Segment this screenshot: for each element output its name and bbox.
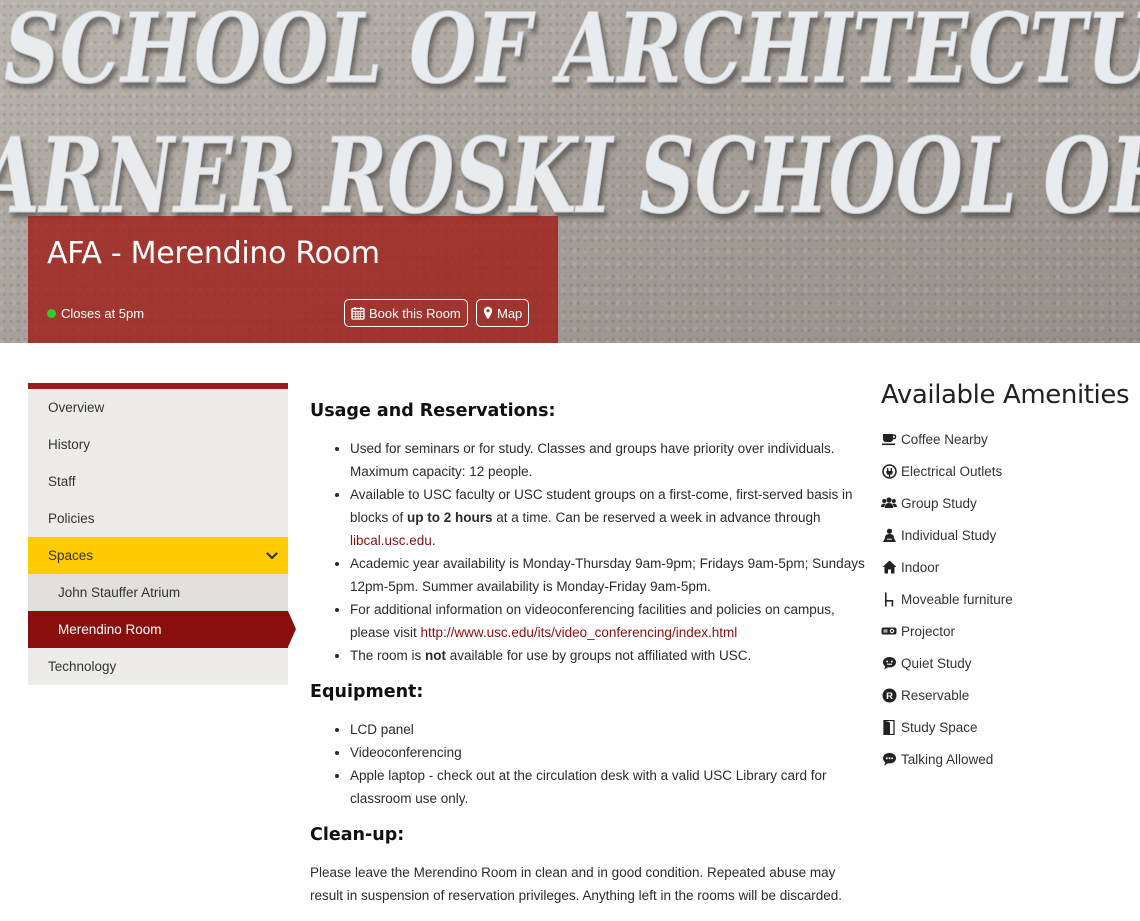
sidebar-item-staff[interactable]: Staff [28, 463, 288, 500]
door-icon [881, 719, 897, 735]
libcal-link[interactable]: libcal.usc.edu [350, 533, 432, 548]
amenity-label: Moveable furniture [901, 591, 1013, 607]
sidebar-item-history[interactable]: History [28, 426, 288, 463]
main-content: Usage and Reservations: Used for seminar… [310, 390, 865, 907]
list-item: The room is not available for use by gro… [350, 644, 865, 667]
cleanup-heading: Clean-up: [310, 825, 405, 845]
usage-item-text: Academic year availability is Monday-Thu… [350, 556, 865, 594]
book-room-button[interactable]: Book this Room [344, 299, 468, 327]
amenity-label: Indoor [901, 559, 940, 575]
usage-item-text: The room is [350, 648, 426, 663]
amenity-electrical-outlets: Electrical Outlets [881, 455, 1140, 487]
sidebar-nav: Overview History Staff Policies Spaces J… [28, 383, 296, 685]
usage-item-bold-text: up to 2 hours [407, 510, 493, 525]
plug-icon [881, 463, 897, 479]
amenity-group-study: Group Study [881, 487, 1140, 519]
usage-item-text: at a time. Can be reserved a week in adv… [492, 510, 821, 525]
open-status-dot-icon [47, 309, 56, 318]
book-room-label: Book this Room [369, 305, 461, 321]
home-icon [881, 559, 897, 575]
amenities-panel: Available Amenities Coffee Nearby Electr… [881, 380, 1140, 775]
equipment-list: LCD panel Videoconferencing Apple laptop… [310, 718, 865, 810]
usage-list: Used for seminars or for study. Classes … [310, 437, 865, 667]
usage-item-bold-text: not [425, 648, 447, 663]
amenity-individual-study: Individual Study [881, 519, 1140, 551]
sidebar-item-label: Policies [48, 511, 95, 526]
usage-item-text: . [431, 533, 436, 548]
map-button[interactable]: Map [476, 299, 530, 327]
reservable-icon: R [881, 687, 897, 703]
group-icon [881, 495, 897, 511]
sidebar-item-label: Spaces [48, 548, 94, 563]
sidebar-item-label: History [48, 437, 91, 452]
cleanup-text: Please leave the Merendino Room in clean… [310, 865, 843, 903]
list-item: Apple laptop - check out at the circulat… [350, 764, 865, 810]
projector-icon [881, 623, 897, 639]
equipment-heading: Equipment: [310, 682, 424, 702]
amenity-moveable-furniture: Moveable furniture [881, 583, 1140, 615]
amenity-indoor: Indoor [881, 551, 1140, 583]
list-item: Available to USC faculty or USC student … [350, 483, 865, 552]
list-item: Used for seminars or for study. Classes … [350, 437, 865, 483]
amenity-reservable: R Reservable [881, 679, 1140, 711]
page-title: AFA - Merendino Room [47, 236, 380, 271]
calendar-icon [351, 306, 365, 320]
amenity-study-space: Study Space [881, 711, 1140, 743]
sidebar-item-label: John Stauffer Atrium [58, 585, 181, 600]
map-marker-icon [483, 306, 493, 320]
list-item: Academic year availability is Monday-Thu… [350, 552, 865, 598]
amenity-label: Talking Allowed [901, 751, 994, 767]
sidebar-item-label: Technology [48, 659, 117, 674]
sidebar-item-label: Overview [48, 400, 105, 415]
sidebar-subitem-merendino-room[interactable]: Merendino Room [28, 611, 296, 648]
room-title-card: AFA - Merendino Room Closes at 5pm Book … [28, 216, 558, 343]
usage-item-text: available for use by groups not affiliat… [446, 648, 752, 663]
coffee-icon [881, 431, 897, 447]
list-item: Videoconferencing [350, 741, 865, 764]
amenity-label: Group Study [901, 495, 977, 511]
chair-icon [881, 591, 897, 607]
amenity-label: Quiet Study [901, 655, 972, 671]
amenity-talking-allowed: Talking Allowed [881, 743, 1140, 775]
sidebar-item-label: Staff [48, 474, 76, 489]
list-item: For additional information on videoconfe… [350, 598, 865, 644]
amenities-title: Available Amenities [881, 380, 1130, 410]
amenity-label: Reservable [901, 687, 970, 703]
usage-heading: Usage and Reservations: [310, 401, 556, 421]
amenity-label: Projector [901, 623, 956, 639]
quiet-icon [881, 655, 897, 671]
list-item: LCD panel [350, 718, 865, 741]
sidebar-item-policies[interactable]: Policies [28, 500, 288, 537]
amenity-label: Study Space [901, 719, 978, 735]
amenity-projector: Projector [881, 615, 1140, 647]
sidebar-subitem-john-stauffer-atrium[interactable]: John Stauffer Atrium [28, 574, 288, 611]
talk-icon [881, 751, 897, 767]
hours-status: Closes at 5pm [47, 306, 144, 321]
amenity-label: Coffee Nearby [901, 431, 988, 447]
person-icon [881, 527, 897, 543]
hours-status-text: Closes at 5pm [61, 306, 145, 321]
amenity-coffee-nearby: Coffee Nearby [881, 423, 1140, 455]
sidebar-item-technology[interactable]: Technology [28, 648, 288, 685]
sidebar-item-overview[interactable]: Overview [28, 389, 288, 426]
sidebar-item-spaces[interactable]: Spaces [28, 537, 288, 574]
sidebar-item-label: Merendino Room [58, 622, 162, 637]
svg-text:R: R [886, 691, 893, 702]
amenity-quiet-study: Quiet Study [881, 647, 1140, 679]
amenity-label: Electrical Outlets [901, 463, 1003, 479]
video-conferencing-link[interactable]: http://www.usc.edu/its/video_conferencin… [421, 625, 738, 640]
hero-banner: SCHOOL OF ARCHITECTU ARNER ROSKI SCHOOL … [0, 0, 1140, 343]
engraving-line-1: SCHOOL OF ARCHITECTU [4, 0, 1140, 105]
chevron-down-icon[interactable] [266, 548, 278, 563]
usage-item-text: Used for seminars or for study. Classes … [350, 441, 835, 479]
map-label: Map [497, 305, 523, 321]
amenity-label: Individual Study [901, 527, 997, 543]
